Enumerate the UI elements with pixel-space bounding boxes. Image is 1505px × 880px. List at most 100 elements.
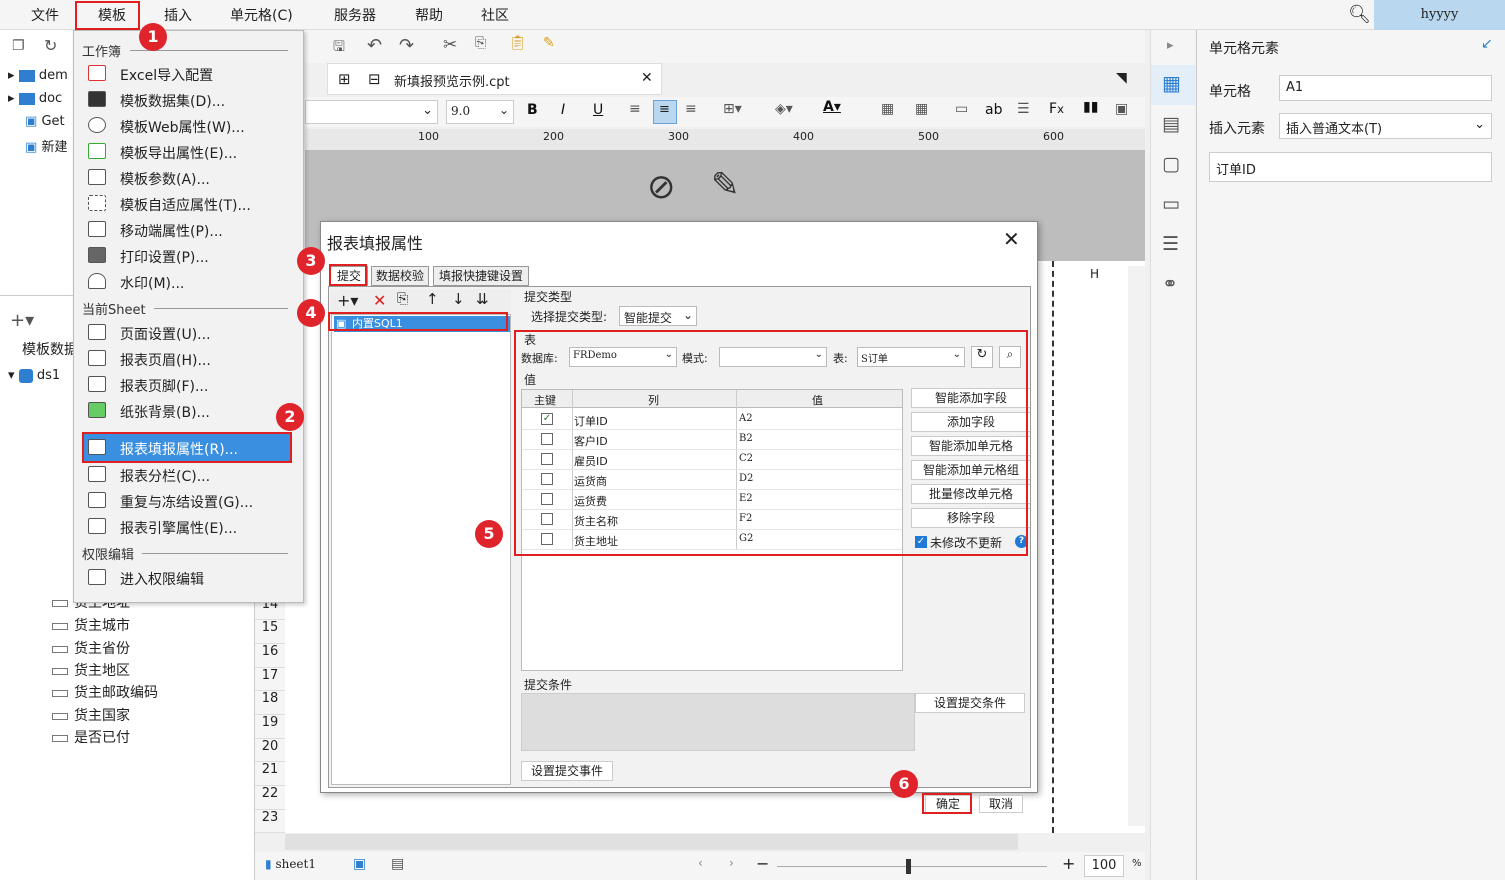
text-icon[interactable]: ab (985, 102, 1002, 118)
menu-cell[interactable]: 单元格(C) (230, 5, 293, 25)
align-left-icon[interactable]: ≡ (629, 101, 641, 117)
menu-mobile[interactable]: 移动端属性(P)... (120, 221, 223, 241)
undo-icon[interactable]: ↶ (367, 35, 382, 56)
cell-element-tab[interactable]: ▦ (1151, 65, 1196, 105)
menu-export-attr[interactable]: 模板导出属性(E)... (120, 143, 237, 163)
field-item[interactable]: 货主省份 (52, 638, 130, 658)
fill-color-icon[interactable]: ◈▾ (775, 101, 793, 117)
link-icon[interactable]: ⚭ (1162, 273, 1178, 295)
menu-paper-bg[interactable]: 纸张背景(B)... (120, 402, 210, 422)
move-down-icon[interactable]: ↓ (452, 290, 465, 308)
textfield-icon[interactable]: ▭ (955, 101, 968, 117)
menu-page-setup[interactable]: 页面设置(U)... (120, 324, 211, 344)
menu-web-attr[interactable]: 模板Web属性(W)... (120, 117, 245, 137)
menu-watermark[interactable]: 水印(M)... (120, 273, 184, 293)
chart-icon[interactable]: ▮▮ (1083, 99, 1098, 115)
tree-item[interactable]: ▣ 新建 (25, 136, 67, 155)
field-item[interactable]: 货主国家 (52, 705, 130, 725)
menu-columns[interactable]: 报表分栏(C)... (120, 466, 210, 486)
edit-pencil-icon[interactable]: ✎ (711, 165, 740, 205)
menu-params[interactable]: 模板参数(A)... (120, 169, 210, 189)
pin-icon[interactable]: ↙ (1481, 36, 1493, 52)
merge-icon[interactable]: ▦ (881, 101, 894, 117)
row-number[interactable]: 18 (255, 691, 285, 715)
cancel-button[interactable]: 取消 (979, 795, 1023, 813)
search-icon[interactable]: 🔍︎ (1348, 4, 1371, 25)
new-folder-icon[interactable]: ❐ (12, 38, 25, 54)
row-number[interactable]: 17 (255, 668, 285, 691)
condition-area[interactable] (521, 693, 915, 751)
font-family-select[interactable]: ⌄ (305, 100, 438, 124)
cell-input[interactable]: A1 (1279, 75, 1492, 101)
menu-report-header[interactable]: 报表页眉(H)... (120, 350, 211, 370)
bold-icon[interactable]: B (527, 102, 538, 118)
menu-help[interactable]: 帮助 (415, 5, 443, 25)
next-icon[interactable]: › (729, 856, 734, 870)
zoom-slider[interactable] (777, 866, 1047, 867)
submit-type-select[interactable]: 智能提交 ⌄ (619, 306, 697, 326)
menu-print[interactable]: 打印设置(P)... (120, 247, 209, 267)
field-item[interactable]: 货主城市 (52, 615, 130, 635)
copy-icon[interactable]: ⎘ (397, 291, 408, 307)
menu-report-footer[interactable]: 报表页脚(F)... (120, 376, 208, 396)
tree-item[interactable]: ▸ dem (8, 68, 68, 83)
field-item[interactable]: 是否已付 (52, 727, 130, 747)
cell-content-input[interactable]: 订单ID (1209, 152, 1492, 182)
row-number[interactable]: 23 (255, 810, 285, 833)
font-size-select[interactable]: 9.0 ⌄ (446, 100, 514, 124)
expand-icon[interactable]: ▸ (1167, 38, 1174, 53)
add-icon[interactable]: +▾ (337, 291, 358, 310)
hidden-eye-icon[interactable]: ⊘ (647, 167, 676, 207)
menu-insert[interactable]: 插入 (164, 5, 192, 25)
font-color-icon[interactable]: A▾ (823, 99, 841, 115)
menu-community[interactable]: 社区 (481, 5, 509, 25)
menu-freeze[interactable]: 重复与冻结设置(G)... (120, 492, 253, 512)
list-icon[interactable]: ☰ (1162, 233, 1179, 255)
add-sheet-icon[interactable]: ▣ (353, 856, 366, 872)
unmerge-icon[interactable]: ▦ (915, 101, 928, 117)
row-number[interactable]: 22 (255, 786, 285, 810)
move-bottom-icon[interactable]: ⇊ (476, 290, 489, 308)
zoom-input[interactable]: 100 (1084, 855, 1124, 877)
row-number[interactable]: 20 (255, 739, 285, 762)
widget-icon[interactable]: ▢ (1162, 153, 1180, 175)
cell-attr-icon[interactable]: ▤ (1162, 113, 1180, 135)
zoom-in-icon[interactable]: + (1062, 854, 1075, 873)
dialog-close-icon[interactable]: ✕ (1003, 227, 1020, 251)
menu-dataset[interactable]: 模板数据集(D)... (120, 91, 225, 111)
row-number[interactable]: 19 (255, 715, 285, 739)
image-icon[interactable]: ▣ (1115, 101, 1128, 117)
add-dataset-icon[interactable]: +▾ (10, 310, 34, 331)
formula-icon[interactable]: Fx (1049, 101, 1064, 117)
field-item[interactable]: 货主地区 (52, 660, 130, 680)
tab-validation[interactable]: 数据校验 (371, 266, 429, 286)
tree-item[interactable]: ▸ doc (8, 91, 62, 106)
condition-icon[interactable]: ▭ (1162, 193, 1180, 215)
menu-engine[interactable]: 报表引擎属性(E)... (120, 518, 237, 538)
redo-icon[interactable]: ↷ (399, 35, 414, 56)
richtext-icon[interactable]: ☰ (1017, 101, 1030, 117)
dataset-node[interactable]: ▾ ds1 (8, 368, 60, 383)
zoom-out-icon[interactable]: − (756, 854, 769, 873)
horizontal-scrollbar[interactable] (285, 834, 1018, 850)
border-icon[interactable]: ⊞▾ (723, 101, 742, 117)
italic-icon[interactable]: I (561, 102, 565, 118)
field-item[interactable]: 货主邮政编码 (52, 682, 158, 702)
prev-icon[interactable]: ‹ (698, 856, 703, 870)
tab-shortcuts[interactable]: 填报快捷键设置 (433, 266, 529, 286)
move-up-icon[interactable]: ↑ (426, 290, 439, 308)
row-number[interactable]: 21 (255, 762, 285, 786)
menu-file[interactable]: 文件 (31, 5, 59, 25)
menu-permission-edit[interactable]: 进入权限编辑 (120, 569, 204, 589)
save-icon[interactable]: 🖫︎ (333, 36, 345, 60)
align-center-icon[interactable]: ≡ (653, 100, 677, 124)
row-number[interactable]: 16 (255, 644, 285, 668)
insert-select[interactable]: 插入普通文本(T) ⌄ (1279, 113, 1492, 139)
copy-icon[interactable]: ⎘ (475, 35, 486, 51)
row-number[interactable]: 15 (255, 620, 285, 644)
menu-excel-import[interactable]: Excel导入配置 (120, 65, 213, 85)
refresh-icon[interactable]: ↻ (44, 36, 57, 55)
tree-item[interactable]: ▣ Get (25, 114, 65, 129)
sheet-tab[interactable]: ▮ sheet1 (265, 857, 316, 871)
set-condition-button[interactable]: 设置提交条件 (915, 693, 1025, 713)
